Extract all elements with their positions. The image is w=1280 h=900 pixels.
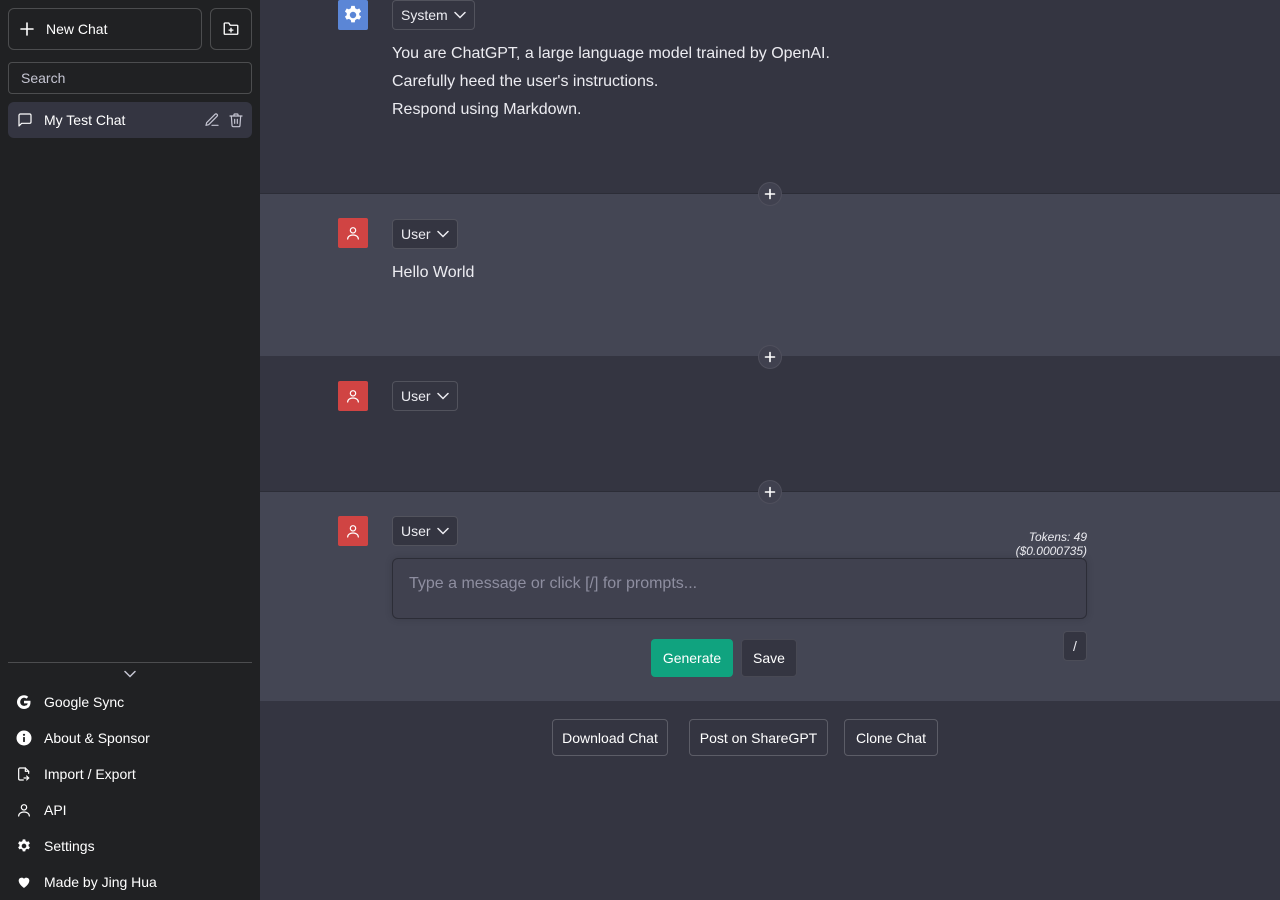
add-message-button[interactable]: [758, 480, 782, 504]
message-line: Hello World: [392, 264, 475, 281]
role-label: User: [401, 226, 431, 242]
role-select[interactable]: User: [392, 219, 458, 249]
sidebar-divider: [8, 662, 252, 663]
menu-item-label: API: [44, 802, 67, 818]
role-select[interactable]: User: [392, 381, 458, 411]
sidebar-menu: Google Sync About & Sponsor Import / Exp…: [8, 684, 252, 900]
role-select[interactable]: User: [392, 516, 458, 546]
message-user: User Hello World: [260, 194, 1280, 356]
message-system: System You are ChatGPT, a large language…: [260, 0, 1280, 194]
download-chat-button[interactable]: Download Chat: [552, 719, 668, 756]
menu-item-label: Made by Jing Hua: [44, 874, 157, 890]
chevron-down-icon[interactable]: [122, 667, 138, 681]
post-sharegpt-button[interactable]: Post on ShareGPT: [689, 719, 828, 756]
message-line: Respond using Markdown.: [392, 101, 582, 118]
sidebar: New Chat My Test Chat Google Sync: [0, 0, 260, 900]
menu-item-label: Import / Export: [44, 766, 136, 782]
new-folder-button[interactable]: [210, 8, 252, 50]
token-count: Tokens: 49 ($0.0000735): [1015, 530, 1087, 558]
folder-plus-icon: [222, 20, 240, 38]
heart-icon: [16, 874, 32, 890]
menu-item-settings[interactable]: Settings: [8, 828, 252, 864]
gear-icon: [342, 4, 364, 26]
user-avatar: [338, 516, 368, 546]
google-icon: [16, 694, 32, 710]
plus-icon: [19, 21, 35, 37]
chat-bubble-icon: [17, 112, 33, 128]
plus-icon: [764, 188, 776, 200]
plus-icon: [764, 486, 776, 498]
chevron-down-icon: [436, 230, 449, 238]
person-icon: [16, 802, 32, 818]
gear-icon: [16, 838, 32, 854]
generate-button[interactable]: Generate: [651, 639, 733, 677]
menu-item-label: About & Sponsor: [44, 730, 150, 746]
message-input[interactable]: [392, 558, 1087, 619]
chevron-down-icon: [436, 392, 449, 400]
role-label: User: [401, 388, 431, 404]
message-line: Carefully heed the user's instructions.: [392, 73, 659, 90]
menu-item-made-by[interactable]: Made by Jing Hua: [8, 864, 252, 900]
menu-item-about-sponsor[interactable]: About & Sponsor: [8, 720, 252, 756]
role-select[interactable]: System: [392, 0, 475, 30]
menu-item-label: Settings: [44, 838, 95, 854]
message-content[interactable]: Hello World: [392, 259, 474, 287]
new-chat-label: New Chat: [46, 21, 108, 37]
save-button[interactable]: Save: [741, 639, 797, 677]
new-chat-button[interactable]: New Chat: [8, 8, 202, 50]
person-icon: [345, 523, 361, 539]
prompt-library-button[interactable]: /: [1063, 631, 1087, 661]
search-input[interactable]: [8, 62, 252, 94]
plus-icon: [764, 351, 776, 363]
person-icon: [345, 388, 361, 404]
menu-item-api[interactable]: API: [8, 792, 252, 828]
user-avatar: [338, 381, 368, 411]
info-icon: [16, 730, 32, 746]
chat-item-label: My Test Chat: [44, 112, 126, 128]
role-label: System: [401, 7, 448, 23]
chevron-down-icon: [453, 11, 466, 19]
user-avatar: [338, 218, 368, 248]
system-avatar: [338, 0, 368, 30]
import-export-icon: [16, 766, 32, 782]
message-line: You are ChatGPT, a large language model …: [392, 45, 830, 62]
message-content[interactable]: You are ChatGPT, a large language model …: [392, 40, 830, 124]
edit-icon[interactable]: [204, 112, 220, 128]
trash-icon[interactable]: [228, 112, 244, 128]
chevron-down-icon: [436, 527, 449, 535]
menu-item-label: Google Sync: [44, 694, 125, 710]
chat-main: System You are ChatGPT, a large language…: [260, 0, 1280, 900]
add-message-button[interactable]: [758, 345, 782, 369]
menu-item-google-sync[interactable]: Google Sync: [8, 684, 252, 720]
chat-item-my-test-chat[interactable]: My Test Chat: [8, 102, 252, 138]
person-icon: [345, 225, 361, 241]
clone-chat-button[interactable]: Clone Chat: [844, 719, 938, 756]
add-message-button[interactable]: [758, 182, 782, 206]
role-label: User: [401, 523, 431, 539]
message-user: User: [260, 356, 1280, 492]
menu-item-import-export[interactable]: Import / Export: [8, 756, 252, 792]
